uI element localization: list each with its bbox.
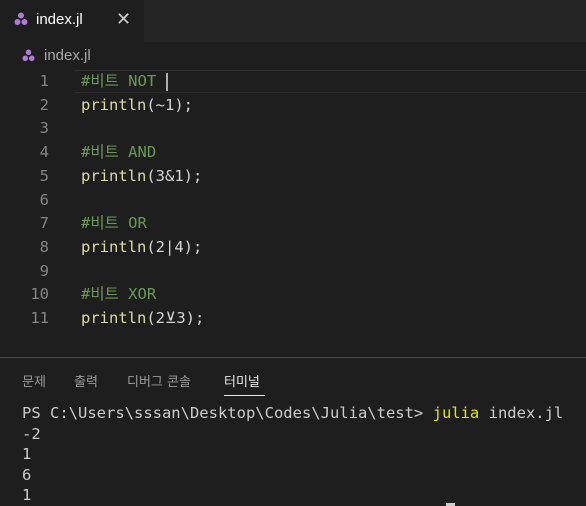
line-number: 3 <box>39 119 49 138</box>
terminal-command-args: index.jl <box>479 404 564 422</box>
line-number: 1 <box>39 72 49 90</box>
function-args: (2⊻3); <box>146 309 205 327</box>
breadcrumb-label: index.jl <box>44 47 91 64</box>
julia-dots-icon <box>14 12 28 25</box>
code-comment: #비트 OR <box>81 214 147 233</box>
function-args: (2|4); <box>146 237 203 256</box>
terminal-prompt: PS C:\Users\sssan\Desktop\Codes\Julia\te… <box>22 404 433 422</box>
line-number: 4 <box>39 143 49 162</box>
line-number: 9 <box>39 261 49 280</box>
function-name: println <box>81 166 147 185</box>
code-line: 8 println(2|4); <box>0 236 586 259</box>
tab-label: index.jl <box>36 11 83 28</box>
editor-tab-bar: index.jl ✕ <box>0 0 586 42</box>
code-editor[interactable]: 1 #비트 NOT 2 println(~1); 3 4 #비트 AND 5 p… <box>0 70 586 330</box>
terminal-command: julia <box>432 404 480 422</box>
text-cursor <box>166 73 168 91</box>
line-number: 10 <box>30 285 49 304</box>
code-line: 7 #비트 OR <box>0 212 586 235</box>
breadcrumb[interactable]: index.jl <box>0 44 586 68</box>
code-line: 9 <box>0 260 586 283</box>
terminal-prompt-line: PS C:\Users\sssan\Desktop\Codes\Julia\te… <box>22 403 586 424</box>
tab-debug-console[interactable]: 디버그 콘솔 <box>127 371 191 390</box>
function-name: println <box>81 95 147 114</box>
line-number: 6 <box>39 190 49 209</box>
code-line: 3 <box>0 117 586 140</box>
code-line: 5 println(3&1); <box>0 165 586 188</box>
code-line: 1 #비트 NOT <box>0 70 586 93</box>
tab-index-jl[interactable]: index.jl ✕ <box>0 0 144 42</box>
panel-tab-bar: 문제 출력 디버그 콘솔 터미널 <box>0 358 586 398</box>
function-name: println <box>81 309 147 327</box>
active-tab-indicator <box>224 395 265 396</box>
function-args: (~1); <box>146 95 193 114</box>
tab-problems[interactable]: 문제 <box>22 371 46 390</box>
code-comment: #비트 AND <box>81 143 157 162</box>
code-comment: #비트 XOR <box>81 285 157 304</box>
line-number: 2 <box>39 95 49 114</box>
function-args: (3&1); <box>146 166 203 185</box>
function-name: println <box>81 237 147 256</box>
code-line: 4 #비트 AND <box>0 141 586 164</box>
tab-terminal[interactable]: 터미널 <box>224 371 260 390</box>
terminal-output-line: 6 <box>22 465 32 484</box>
line-number: 8 <box>39 237 49 256</box>
terminal-output-line: 1 <box>22 486 32 504</box>
terminal-output-line: -2 <box>22 424 41 443</box>
terminal[interactable]: PS C:\Users\sssan\Desktop\Codes\Julia\te… <box>22 403 586 506</box>
code-comment: #비트 NOT <box>81 72 157 90</box>
code-line: 10 #비트 XOR <box>0 283 586 306</box>
tab-output[interactable]: 출력 <box>74 371 98 390</box>
line-number: 11 <box>30 309 49 327</box>
line-number: 5 <box>39 166 49 185</box>
code-line: 6 <box>0 189 586 212</box>
code-line: 11 println(2⊻3); <box>0 307 586 330</box>
terminal-output-line: 1 <box>22 445 32 463</box>
line-number: 7 <box>39 214 49 233</box>
code-line: 2 println(~1); <box>0 94 586 117</box>
close-icon[interactable]: ✕ <box>116 9 131 30</box>
julia-dots-icon <box>22 49 35 62</box>
